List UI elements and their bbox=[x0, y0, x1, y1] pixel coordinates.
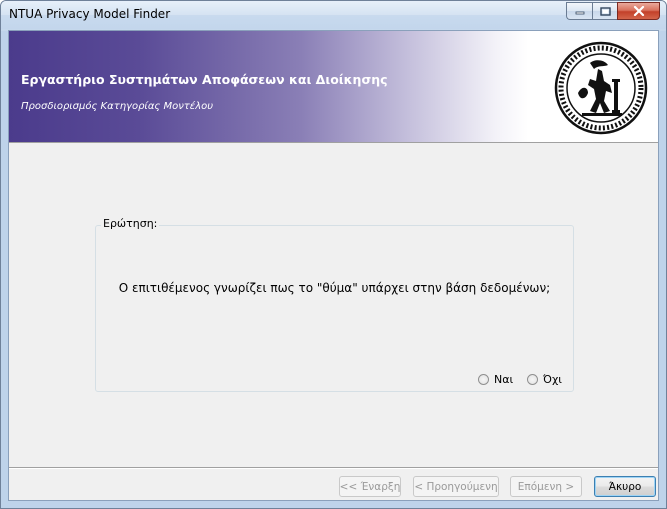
app-window: NTUA Privacy Model Finder Εργαστήριο Συσ… bbox=[0, 0, 667, 509]
banner-title: Εργαστήριο Συστημάτων Αποφάσεων και Διοί… bbox=[21, 72, 388, 87]
maximize-icon bbox=[599, 6, 611, 16]
radio-yes-circle[interactable] bbox=[478, 374, 489, 385]
title-bar[interactable]: NTUA Privacy Model Finder bbox=[1, 1, 666, 29]
start-button[interactable]: << Έναρξη bbox=[339, 476, 401, 497]
cancel-button[interactable]: Άκυρο bbox=[594, 476, 656, 497]
question-text: Ο επιτιθέμενος γνωρίζει πως το "θύμα" υπ… bbox=[118, 281, 551, 295]
caption-buttons bbox=[566, 2, 660, 20]
wizard-client-area: Εργαστήριο Συστημάτων Αποφάσεων και Διοί… bbox=[8, 30, 659, 501]
previous-button[interactable]: < Προηγούμενη bbox=[413, 476, 499, 497]
close-icon bbox=[633, 6, 644, 16]
question-group-label: Ερώτηση: bbox=[101, 217, 160, 230]
radio-yes[interactable]: Ναι bbox=[478, 373, 513, 386]
footer-separator bbox=[9, 467, 658, 469]
radio-no-circle[interactable] bbox=[527, 374, 538, 385]
ntua-seal-logo-icon bbox=[554, 41, 648, 135]
question-group: Ερώτηση: Ο επιτιθέμενος γνωρίζει πως το … bbox=[95, 217, 574, 392]
radio-yes-label[interactable]: Ναι bbox=[494, 373, 513, 386]
maximize-button[interactable] bbox=[592, 2, 617, 20]
next-button[interactable]: Επόμενη > bbox=[510, 476, 582, 497]
minimize-button[interactable] bbox=[566, 2, 592, 20]
header-banner: Εργαστήριο Συστημάτων Αποφάσεων και Διοί… bbox=[9, 31, 658, 143]
radio-no-label[interactable]: Όχι bbox=[543, 373, 562, 386]
window-title: NTUA Privacy Model Finder bbox=[9, 7, 171, 21]
radio-no[interactable]: Όχι bbox=[527, 373, 562, 386]
minimize-icon bbox=[575, 11, 584, 15]
close-button[interactable] bbox=[617, 2, 660, 20]
banner-subtitle: Προσδιορισμός Κατηγορίας Μοντέλου bbox=[21, 101, 214, 112]
